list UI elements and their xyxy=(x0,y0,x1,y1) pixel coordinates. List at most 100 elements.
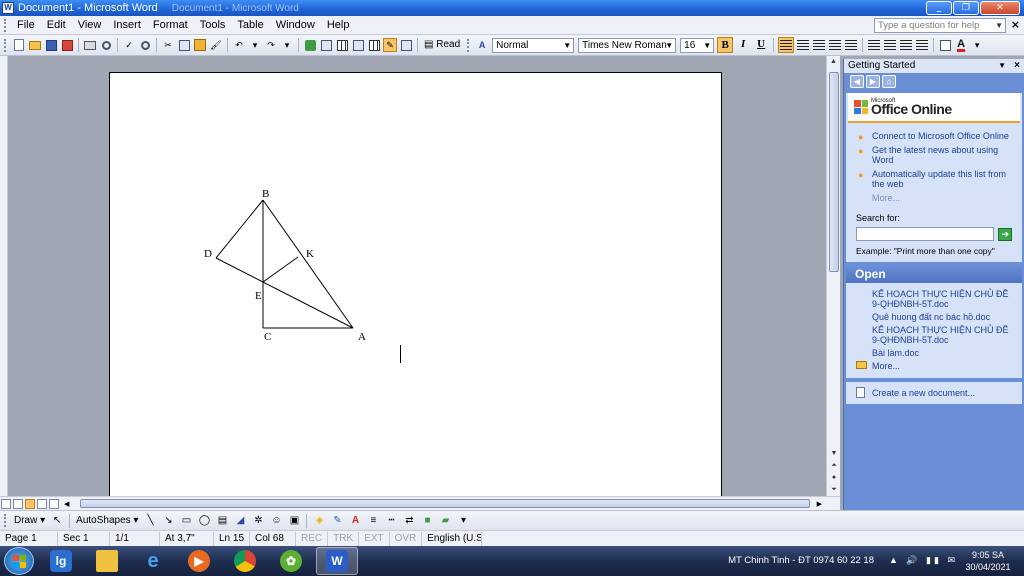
document-page[interactable]: B D K E C A xyxy=(109,72,722,502)
line-style-icon[interactable]: ≡ xyxy=(366,515,380,527)
taskbar-app-ie[interactable]: e xyxy=(132,547,174,575)
list-item[interactable]: Bài làm.doc xyxy=(872,348,1012,358)
oval-icon[interactable]: ◯ xyxy=(197,515,211,527)
list-item[interactable]: ● Automatically update this list from the… xyxy=(856,169,1016,189)
arrow-icon[interactable]: ↘ xyxy=(161,515,175,527)
clip-art-icon[interactable]: ☺ xyxy=(269,515,283,527)
web-layout-view-icon[interactable] xyxy=(13,498,23,509)
draw-menu-button[interactable]: Draw ▾ xyxy=(11,515,48,526)
word-app-icon[interactable]: W xyxy=(2,2,14,14)
more-link[interactable]: More... xyxy=(856,193,1016,203)
bold-button[interactable]: B xyxy=(717,37,734,53)
list-item[interactable]: ● Get the latest news about using Word xyxy=(856,145,1016,165)
list-item[interactable]: KẾ HOẠCH THỰC HIỆN CHỦ ĐỀ 9-QHĐNBH-5T.do… xyxy=(872,325,1012,345)
next-page-icon[interactable]: ⏷ xyxy=(827,484,841,496)
close-icon[interactable]: × xyxy=(1014,59,1020,73)
insert-table-icon[interactable] xyxy=(335,38,349,52)
scroll-down-icon[interactable]: ▼ xyxy=(827,448,841,460)
line-spacing-icon[interactable] xyxy=(844,38,858,52)
previous-page-icon[interactable]: ⏶ xyxy=(827,460,841,472)
taskbar-app-green[interactable]: ✿ xyxy=(270,547,312,575)
tables-borders-icon[interactable] xyxy=(319,38,333,52)
fill-color-icon[interactable]: ◈ xyxy=(312,515,326,527)
save-icon[interactable] xyxy=(44,38,58,52)
columns-icon[interactable] xyxy=(367,38,381,52)
font-color-icon[interactable]: A xyxy=(954,38,968,52)
back-icon[interactable]: ◀ xyxy=(850,74,864,88)
status-rec[interactable]: REC xyxy=(296,531,329,546)
format-painter-icon[interactable]: 🖌 xyxy=(209,38,223,52)
search-go-button[interactable]: ➔ xyxy=(998,227,1012,241)
list-item[interactable]: ● Connect to Microsoft Office Online xyxy=(856,131,1016,142)
menu-format[interactable]: Format xyxy=(147,16,194,35)
menu-view[interactable]: View xyxy=(72,16,108,35)
font-select[interactable]: Times New Roman ▼ xyxy=(578,37,677,53)
dash-style-icon[interactable]: ┅ xyxy=(384,515,398,527)
taskbar-app-media[interactable]: ▶ xyxy=(178,547,220,575)
redo-icon[interactable]: ↷ xyxy=(264,38,278,52)
taskbar-clock[interactable]: 9:05 SA 30/04/2021 xyxy=(960,549,1016,573)
hyperlink-icon[interactable] xyxy=(303,38,317,52)
horizontal-scroll-thumb[interactable] xyxy=(80,499,810,508)
print-icon[interactable] xyxy=(83,38,97,52)
drawing-icon[interactable]: ✎ xyxy=(383,38,397,52)
start-button[interactable] xyxy=(4,547,34,575)
increase-indent-icon[interactable] xyxy=(915,38,929,52)
line-icon[interactable]: ╲ xyxy=(143,515,157,527)
align-left-button[interactable] xyxy=(778,37,795,53)
chevron-down-icon[interactable]: ▼ xyxy=(665,39,673,52)
search-input[interactable] xyxy=(856,227,995,241)
3d-style-icon[interactable]: ▰ xyxy=(438,515,452,527)
create-new-document-link[interactable]: Create a new document... xyxy=(846,382,1022,404)
normal-view-icon[interactable] xyxy=(1,498,11,509)
home-icon[interactable]: ⌂ xyxy=(882,74,896,88)
scroll-up-icon[interactable]: ▲ xyxy=(827,56,840,68)
horizontal-scrollbar[interactable]: ◀ ▶ xyxy=(0,496,840,510)
chevron-down-icon[interactable]: ▼ xyxy=(995,19,1003,32)
drawing-grip[interactable] xyxy=(4,514,8,527)
taskbar-app-explorer[interactable] xyxy=(86,547,128,575)
vertical-scroll-thumb[interactable] xyxy=(829,72,839,272)
taskbar-app-chrome[interactable] xyxy=(224,547,266,575)
cut-icon[interactable]: ✂ xyxy=(161,38,175,52)
print-layout-view-icon[interactable] xyxy=(25,498,35,509)
spelling-icon[interactable]: ✓ xyxy=(122,38,136,52)
menu-grip[interactable] xyxy=(4,18,8,32)
menu-edit[interactable]: Edit xyxy=(41,16,72,35)
menu-help[interactable]: Help xyxy=(321,16,356,35)
chevron-down-icon[interactable]: ▼ xyxy=(998,59,1006,73)
insert-picture-icon[interactable]: ▣ xyxy=(287,515,301,527)
arrow-style-icon[interactable]: ⇄ xyxy=(402,515,416,527)
wordart-icon[interactable]: ◢ xyxy=(233,515,247,527)
status-trk[interactable]: TRK xyxy=(328,531,360,546)
font-color-icon[interactable]: A xyxy=(348,515,362,527)
align-right-icon[interactable] xyxy=(812,38,826,52)
line-color-icon[interactable]: ✎ xyxy=(330,515,344,527)
select-objects-icon[interactable]: ↖ xyxy=(50,515,64,527)
chevron-down-icon[interactable]: ▼ xyxy=(563,39,571,52)
menu-file[interactable]: File xyxy=(11,16,41,35)
vertical-scrollbar[interactable]: ▲ ▼ ⏶ ● ⏷ xyxy=(826,56,840,496)
open-folder-icon[interactable] xyxy=(28,38,42,52)
toolbar-options-icon[interactable]: ▾ xyxy=(970,38,984,52)
menu-table[interactable]: Table xyxy=(231,16,269,35)
rectangle-icon[interactable]: ▭ xyxy=(179,515,193,527)
status-ovr[interactable]: OVR xyxy=(390,531,423,546)
system-tray-icons[interactable]: ▲ 🔊 ▮▮ ✉ xyxy=(889,555,958,566)
decrease-indent-icon[interactable] xyxy=(899,38,913,52)
bullets-icon[interactable] xyxy=(883,38,897,52)
select-browse-object-icon[interactable]: ● xyxy=(827,472,841,484)
list-item[interactable]: Quê huong đất nc bác hồ.doc xyxy=(872,312,1012,322)
open-more-link[interactable]: More... xyxy=(856,361,1012,371)
forward-icon[interactable]: ▶ xyxy=(866,74,880,88)
permission-icon[interactable] xyxy=(60,38,74,52)
scroll-right-icon[interactable]: ▶ xyxy=(817,500,822,508)
status-ext[interactable]: EXT xyxy=(359,531,390,546)
restore-button[interactable]: ❐ xyxy=(953,1,979,15)
justify-icon[interactable] xyxy=(828,38,842,52)
taskbar-app-lg[interactable]: lg xyxy=(40,547,82,575)
new-document-icon[interactable] xyxy=(12,38,26,52)
italic-button[interactable]: I xyxy=(735,37,751,53)
style-select[interactable]: Normal ▼ xyxy=(492,37,575,53)
read-button[interactable]: ▤ Read xyxy=(421,38,463,52)
